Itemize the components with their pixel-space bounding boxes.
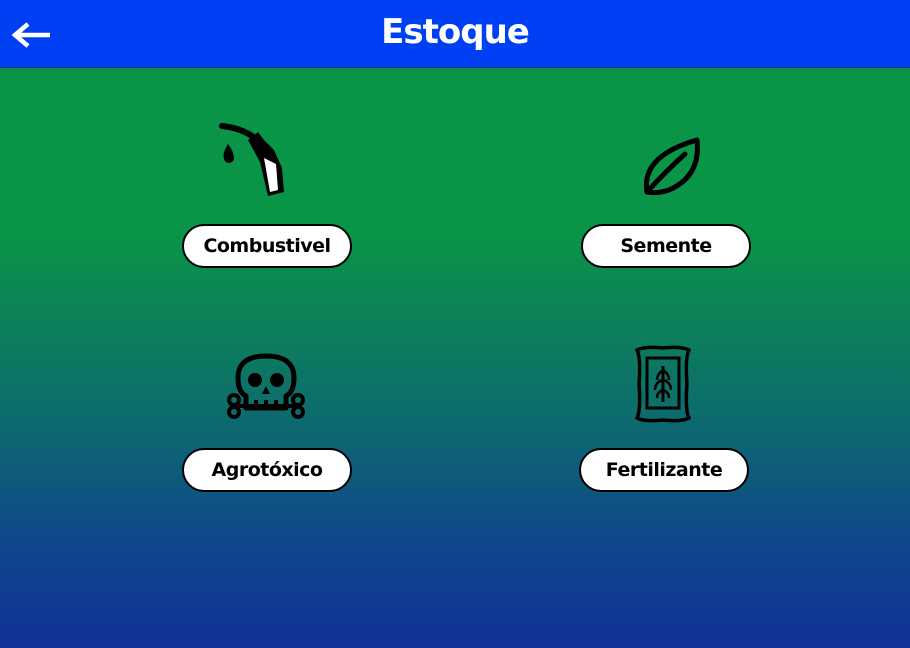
skull-crossbones-icon bbox=[227, 353, 305, 419]
fertilizer-bag-icon bbox=[635, 345, 691, 423]
fertilizante-label: Fertilizante bbox=[605, 459, 723, 481]
header-bar: Estoque bbox=[0, 0, 910, 68]
fuel-nozzle-icon bbox=[219, 123, 284, 196]
fertilizante-button[interactable]: Fertilizante bbox=[579, 448, 749, 492]
semente-button[interactable]: Semente bbox=[581, 224, 751, 268]
agrotoxico-button[interactable]: Agrotóxico bbox=[182, 448, 352, 492]
combustivel-button[interactable]: Combustivel bbox=[182, 224, 352, 268]
agrotoxico-label: Agrotóxico bbox=[211, 459, 323, 481]
combustivel-label: Combustivel bbox=[203, 235, 331, 257]
page-title: Estoque bbox=[381, 12, 530, 52]
leaf-icon bbox=[643, 137, 700, 196]
semente-label: Semente bbox=[620, 235, 712, 257]
